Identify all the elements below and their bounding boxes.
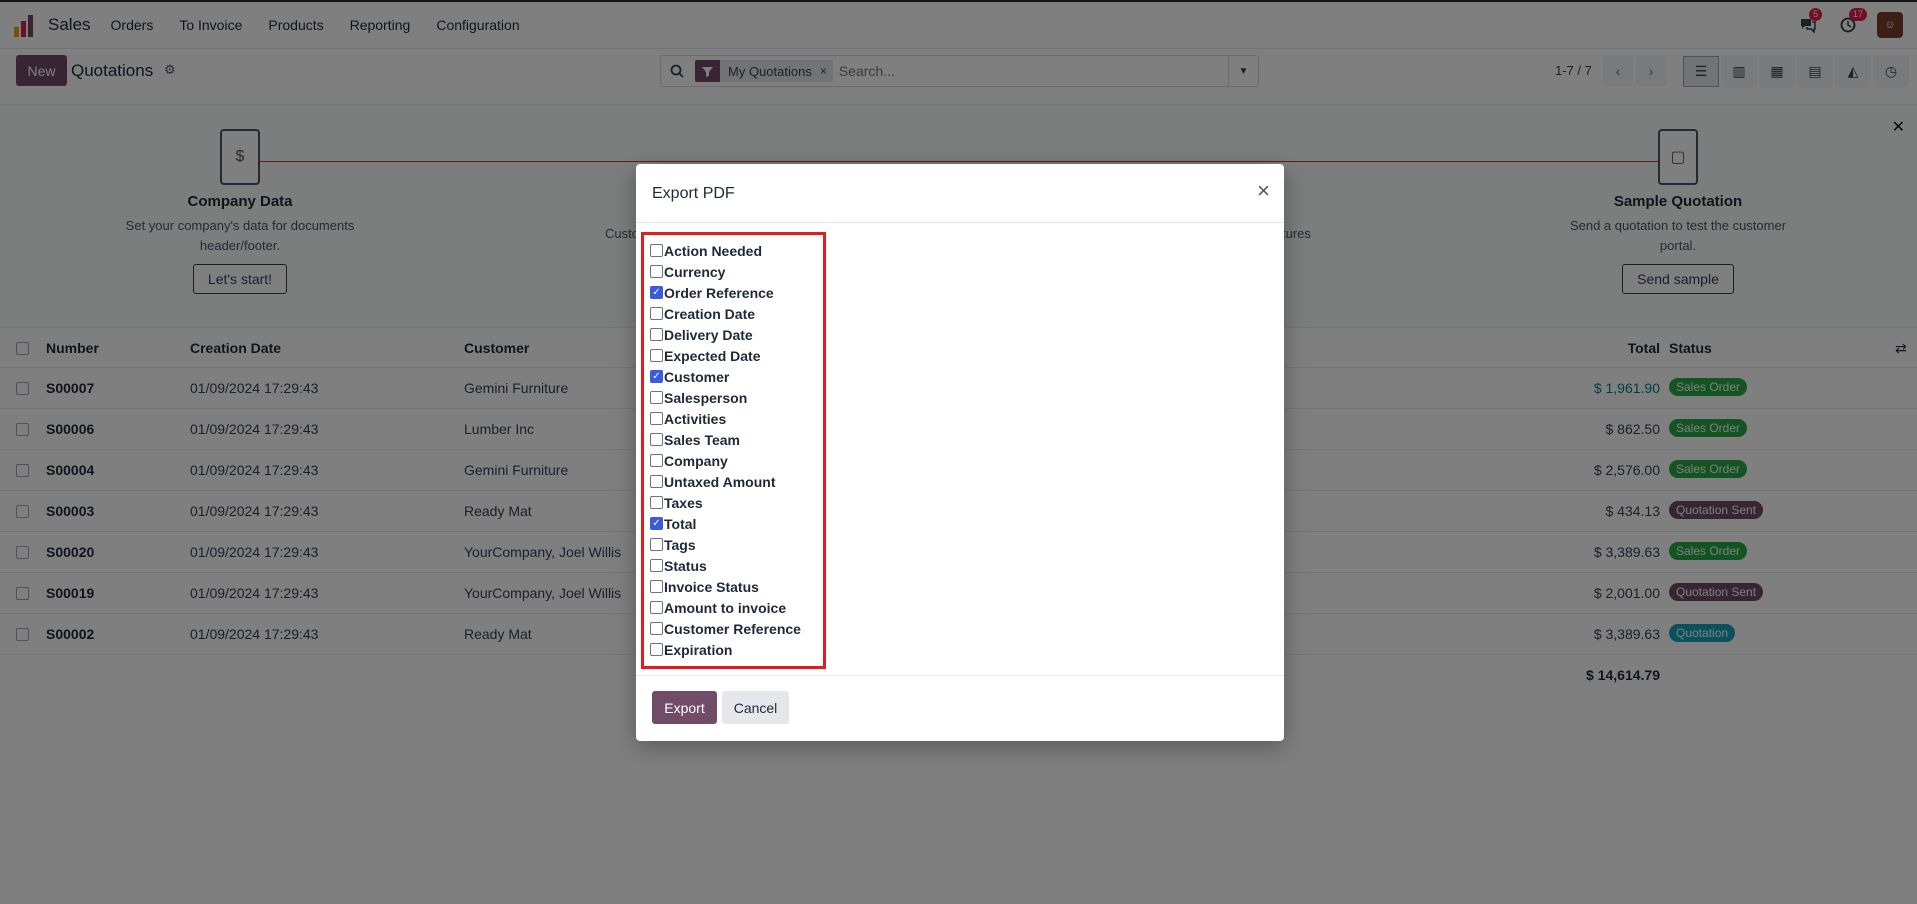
- field-checkbox[interactable]: [650, 580, 663, 593]
- export-field-option[interactable]: Company: [650, 450, 801, 471]
- field-checkbox[interactable]: [650, 601, 663, 614]
- field-checkbox[interactable]: [650, 643, 663, 656]
- export-field-option[interactable]: ✓ Total: [650, 513, 801, 534]
- modal-title: Export PDF: [652, 185, 735, 202]
- field-checkbox[interactable]: [650, 412, 663, 425]
- export-field-option[interactable]: Activities: [650, 408, 801, 429]
- field-label: Untaxed Amount: [664, 473, 776, 490]
- field-label: Status: [664, 557, 707, 574]
- field-label: Expiration: [664, 641, 733, 658]
- export-field-option[interactable]: Expected Date: [650, 345, 801, 366]
- export-field-option[interactable]: Amount to invoice: [650, 597, 801, 618]
- export-field-option[interactable]: Expiration: [650, 639, 801, 660]
- field-checkbox[interactable]: [650, 622, 663, 635]
- field-label: Tags: [664, 536, 696, 553]
- export-field-option[interactable]: Currency: [650, 261, 801, 282]
- export-field-list: Action Needed Currency ✓ Order Reference Cre…: [650, 240, 801, 660]
- field-checkbox[interactable]: ✓: [650, 286, 663, 299]
- field-checkbox[interactable]: [650, 454, 663, 467]
- field-label: Customer: [664, 368, 730, 385]
- field-label: Salesperson: [664, 389, 748, 406]
- field-label: Sales Team: [664, 431, 741, 448]
- export-field-option[interactable]: Delivery Date: [650, 324, 801, 345]
- cancel-button[interactable]: Cancel: [722, 691, 789, 724]
- modal-footer: Export Cancel: [636, 675, 1284, 741]
- field-label: Activities: [664, 410, 727, 427]
- field-label: Taxes: [664, 494, 703, 511]
- field-checkbox[interactable]: [650, 538, 663, 551]
- export-pdf-dialog: Export PDF × Action Needed Currency ✓ Order…: [636, 164, 1284, 741]
- modal-header: Export PDF ×: [636, 164, 1284, 223]
- field-label: Order Reference: [664, 284, 774, 301]
- export-field-option[interactable]: Action Needed: [650, 240, 801, 261]
- field-checkbox[interactable]: ✓: [650, 370, 663, 383]
- field-checkbox[interactable]: [650, 496, 663, 509]
- field-checkbox[interactable]: [650, 244, 663, 257]
- export-field-option[interactable]: Sales Team: [650, 429, 801, 450]
- field-checkbox[interactable]: [650, 307, 663, 320]
- field-checkbox[interactable]: [650, 559, 663, 572]
- close-icon[interactable]: ×: [1257, 180, 1270, 202]
- export-field-option[interactable]: Creation Date: [650, 303, 801, 324]
- field-checkbox[interactable]: [650, 328, 663, 341]
- export-field-option[interactable]: ✓ Customer: [650, 366, 801, 387]
- field-checkbox[interactable]: [650, 349, 663, 362]
- field-checkbox[interactable]: [650, 433, 663, 446]
- field-label: Invoice Status: [664, 578, 759, 595]
- export-button[interactable]: Export: [652, 691, 717, 724]
- field-checkbox[interactable]: ✓: [650, 517, 663, 530]
- field-label: Delivery Date: [664, 326, 753, 343]
- export-field-option[interactable]: Status: [650, 555, 801, 576]
- export-field-option[interactable]: Tags: [650, 534, 801, 555]
- field-label: Currency: [664, 263, 726, 280]
- field-label: Customer Reference: [664, 620, 801, 637]
- field-label: Action Needed: [664, 242, 763, 259]
- export-field-option[interactable]: Salesperson: [650, 387, 801, 408]
- field-label: Expected Date: [664, 347, 761, 364]
- export-field-option[interactable]: Customer Reference: [650, 618, 801, 639]
- field-label: Amount to invoice: [664, 599, 787, 616]
- export-field-option[interactable]: ✓ Order Reference: [650, 282, 801, 303]
- field-label: Company: [664, 452, 728, 469]
- field-checkbox[interactable]: [650, 265, 663, 278]
- field-label: Creation Date: [664, 305, 756, 322]
- export-field-option[interactable]: Untaxed Amount: [650, 471, 801, 492]
- field-label: Total: [664, 515, 697, 532]
- export-field-option[interactable]: Invoice Status: [650, 576, 801, 597]
- export-field-option[interactable]: Taxes: [650, 492, 801, 513]
- field-checkbox[interactable]: [650, 391, 663, 404]
- field-checkbox[interactable]: [650, 475, 663, 488]
